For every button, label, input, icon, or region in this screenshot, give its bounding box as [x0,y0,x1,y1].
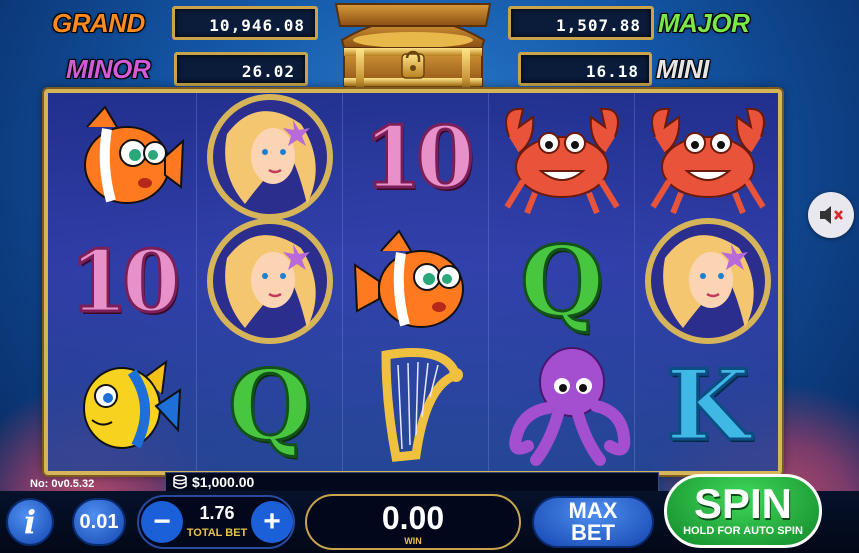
symbol-q: Q [196,341,344,469]
info-button[interactable]: i [6,498,54,546]
total-bet-value: 1.76 [199,503,235,523]
mini-value: 16.18 [518,52,652,86]
balance-value: $1,000.00 [192,474,255,490]
mute-button[interactable] [808,192,854,238]
major-value: 1,507.88 [508,6,654,40]
harp-icon [381,348,463,462]
symbol-mermaid [634,217,778,345]
denomination-value: 0.01 [79,510,119,533]
symbol-q: Q [488,217,636,345]
ten-symbol: 10 [68,230,182,332]
max-bet-button[interactable]: MAX BET [532,496,654,548]
plus-icon: + [263,505,281,538]
octopus-icon [509,347,631,466]
spin-label: SPIN [693,480,793,527]
denomination-button[interactable]: 0.01 [72,498,126,546]
mini-label: MINI [656,54,709,84]
win-value: 0.00 [381,500,445,536]
spin-button[interactable]: SPIN HOLD FOR AUTO SPIN [664,474,822,548]
symbol-clownfish [342,217,490,345]
major-label: MAJOR [658,8,750,38]
symbol-mermaid [196,93,344,221]
info-icon: i [23,503,37,541]
ten-symbol: 10 [362,106,476,208]
grand-value: 10,946.08 [172,6,318,40]
decrease-bet-button[interactable]: − [141,501,183,543]
max-bet-label-top: MAX [568,498,618,523]
mermaid-icon [207,218,333,344]
symbol-octopus [488,341,636,469]
win-label: WIN [404,536,422,546]
total-bet-control: − 1.76 TOTAL BET + [137,495,295,549]
symbol-yellow-fish [48,341,196,469]
reels-area: 10 Q 10 Q K [44,89,782,475]
crab-icon [504,107,620,215]
speaker-muted-icon [820,206,843,224]
k-symbol: K [665,347,751,463]
q-symbol: Q [519,223,606,339]
symbol-clownfish [48,93,196,221]
spin-sublabel: HOLD FOR AUTO SPIN [683,525,803,537]
balance-bar: $1,000.00 [165,472,659,492]
grand-label: GRAND [52,8,145,38]
increase-bet-button[interactable]: + [251,501,293,543]
mermaid-icon [207,94,333,220]
q-symbol: Q [227,347,314,463]
symbol-mermaid [196,217,344,345]
symbol-crab [634,93,778,221]
win-display: 0.00 WIN [305,494,521,550]
max-bet-label-bottom: BET [571,520,615,545]
mermaid-icon [645,218,771,344]
version-label: No: 0v0.5.32 [30,478,95,490]
symbol-harp [342,341,490,469]
clownfish-icon [353,229,464,328]
symbol-k: K [634,341,778,469]
crab-icon [650,107,766,215]
minus-icon: − [153,505,171,538]
minor-label: MINOR [66,54,151,84]
symbol-ten: 10 [48,217,196,345]
clownfish-icon [84,105,185,204]
treasure-chest-icon [334,2,492,89]
symbol-ten: 10 [342,93,490,221]
game-scene: GRAND 10,946.08 MINOR 26.02 1,507.88 MAJ… [0,0,859,553]
total-bet-label: TOTAL BET [186,527,248,539]
symbol-crab [488,93,636,221]
minor-value: 26.02 [174,52,308,86]
yellow-fish-icon [83,359,182,449]
coins-icon [173,475,187,489]
